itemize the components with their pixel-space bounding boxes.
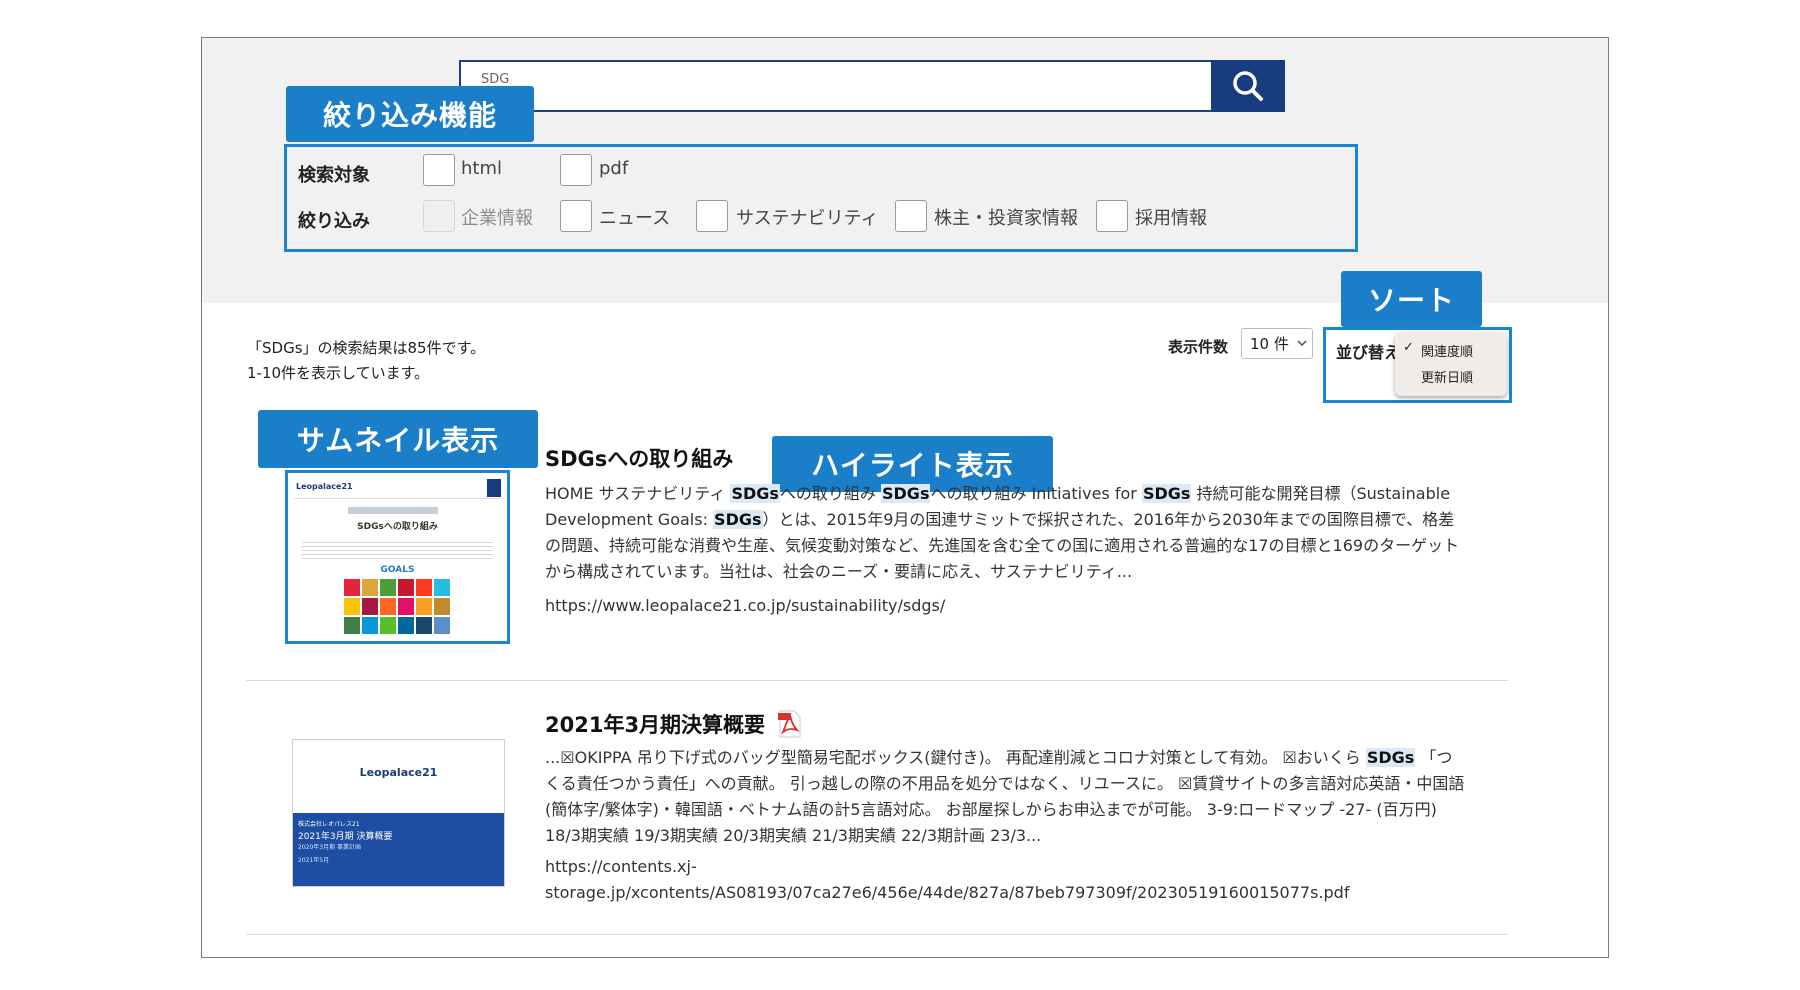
display-count-select[interactable]: 10 件: [1241, 328, 1313, 359]
sdg-goal-tile: [362, 598, 378, 615]
result-summary-count: 「SDGs」の検索結果は85件です。: [247, 339, 486, 357]
search-button[interactable]: [1211, 60, 1285, 112]
checkbox-recruit[interactable]: [1096, 200, 1128, 232]
checkbox-html[interactable]: [423, 154, 455, 186]
callout-sort: ソート: [1341, 271, 1482, 327]
thumb-heading: 2021年3月期 決算概要: [298, 832, 393, 842]
checkbox-sustainability[interactable]: [696, 200, 728, 232]
sdg-goal-tile: [434, 579, 450, 596]
result-url[interactable]: https://www.leopalace21.co.jp/sustainabi…: [545, 593, 945, 619]
callout-thumbnail: サムネイル表示: [258, 410, 538, 468]
result-title-row: 2021年3月期決算概要: [545, 709, 803, 739]
sdg-goal-tile: [416, 617, 432, 634]
sort-option-relevance[interactable]: 関連度順: [1421, 341, 1473, 360]
result-snippet: ...☒OKIPPA 吊り下げ式のバッグ型簡易宅配ボックス(鍵付き)。 再配達削…: [545, 745, 1465, 849]
result-title[interactable]: SDGsへの取り組み: [545, 443, 733, 473]
checkbox-pdf-label: pdf: [599, 158, 629, 179]
thumb-cover-band: 株式会社レオパレス21 2021年3月期 決算概要 2020年3月期 事業計画 …: [293, 813, 504, 886]
thumb-header: Leopalace21: [294, 479, 501, 499]
result-url-line: https://contents.xj-: [545, 857, 697, 876]
sdg-goal-tile: [380, 579, 396, 596]
result-snippet: HOME サステナビリティ SDGsへの取り組み SDGsへの取り組み Init…: [545, 481, 1465, 585]
checkbox-ir[interactable]: [895, 200, 927, 232]
snippet-text: ...☒OKIPPA 吊り下げ式のバッグ型簡易宅配ボックス(鍵付き)。 再配達削…: [545, 748, 1366, 767]
sort-label: 並び替え: [1336, 343, 1401, 362]
search-input[interactable]: SDG: [481, 72, 509, 87]
sdg-goal-tile: [416, 579, 432, 596]
sdg-goal-tile: [344, 598, 360, 615]
sdg-goal-tile: [398, 579, 414, 596]
sdg-goal-tile: [434, 617, 450, 634]
display-count-value: 10 件: [1250, 335, 1289, 353]
sdg-goal-tile: [380, 598, 396, 615]
checkbox-ir-label: 株主・投資家情報: [934, 208, 1078, 229]
result-title[interactable]: 2021年3月期決算概要: [545, 709, 765, 739]
check-icon: ✓: [1403, 340, 1414, 355]
sdg-goal-tile: [362, 579, 378, 596]
sdg-goal-tile: [434, 598, 450, 615]
highlighted-term: SDGs: [730, 484, 780, 503]
snippet-text: HOME サステナビリティ: [545, 484, 731, 503]
thumb-goals-label: GOALS: [380, 565, 415, 575]
result-divider: [246, 680, 1508, 681]
snippet-text: への取り組み Initiatives for: [930, 484, 1142, 503]
result-summary-range: 1-10件を表示しています。: [247, 364, 430, 382]
search-box[interactable]: SDG: [459, 60, 1285, 112]
result-summary: 「SDGs」の検索結果は85件です。 1-10件を表示しています。: [247, 336, 485, 386]
snippet-text: への取り組み: [779, 484, 881, 503]
callout-filter: 絞り込み機能: [286, 86, 534, 142]
result-url-line: storage.jp/xcontents/AS08193/07ca27e6/45…: [545, 883, 1350, 902]
thumb-brand: Leopalace21: [296, 482, 353, 491]
highlighted-term: SDGs: [713, 510, 763, 529]
checkbox-news[interactable]: [560, 200, 592, 232]
thumb-nav-bar: [348, 507, 438, 514]
sort-control: 並び替え ✓ 関連度順 更新日順: [1323, 327, 1512, 403]
sort-dropdown[interactable]: ✓ 関連度順 更新日順: [1395, 332, 1507, 396]
search-icon: [1233, 71, 1263, 101]
chevron-down-icon: [1297, 340, 1307, 346]
sdg-goal-tile: [398, 617, 414, 634]
filter-narrow-label: 絞り込み: [298, 211, 370, 232]
checkbox-pdf[interactable]: [560, 154, 592, 186]
result-thumbnail[interactable]: Leopalace21 株式会社レオパレス21 2021年3月期 決算概要 20…: [292, 739, 505, 887]
result-thumbnail[interactable]: Leopalace21 SDGsへの取り組み GOALS: [285, 470, 510, 644]
checkbox-recruit-label: 採用情報: [1135, 208, 1207, 229]
thumb-text-lines: [302, 539, 493, 561]
checkbox-corporate: [423, 200, 455, 232]
sdg-goal-tile: [416, 598, 432, 615]
checkbox-corporate-label: 企業情報: [461, 208, 533, 229]
checkbox-sustainability-label: サステナビリティ: [736, 208, 879, 229]
thumb-heading: SDGsへの取り組み: [357, 522, 438, 532]
sdg-goal-tile: [398, 598, 414, 615]
display-count-label: 表示件数: [1168, 338, 1229, 356]
sdg-goal-tile: [344, 617, 360, 634]
result-divider: [246, 934, 1508, 935]
checkbox-news-label: ニュース: [599, 208, 671, 229]
checkbox-html-label: html: [461, 158, 503, 179]
sdg-goal-tile: [362, 617, 378, 634]
highlighted-term: SDGs: [1365, 748, 1416, 767]
filter-target-label: 検索対象: [298, 165, 370, 186]
sdg-goal-tile: [380, 617, 396, 634]
highlighted-term: SDGs: [881, 484, 931, 503]
filter-panel: 検索対象 html pdf 絞り込み 企業情報 ニュース サステナビリティ 株主…: [284, 144, 1358, 252]
thumb-menu-block: [487, 479, 501, 497]
screenshot-frame: SDG 検索対象 html pdf 絞り込み 企業情報 ニュース サステナビリテ…: [201, 37, 1609, 958]
thumb-brand: Leopalace21: [359, 766, 438, 779]
pdf-icon: [778, 710, 801, 738]
sort-option-updated[interactable]: 更新日順: [1421, 367, 1473, 386]
result-url[interactable]: https://contents.xj- storage.jp/xcontent…: [545, 854, 1349, 906]
highlighted-term: SDGs: [1141, 484, 1192, 503]
thumb-date: 2021年5月: [298, 857, 330, 864]
thumb-sub: 2020年3月期 事業計画: [298, 844, 361, 851]
sdg-icons-grid: [344, 579, 450, 634]
thumb-company: 株式会社レオパレス21: [298, 821, 360, 828]
sdg-goal-tile: [344, 579, 360, 596]
